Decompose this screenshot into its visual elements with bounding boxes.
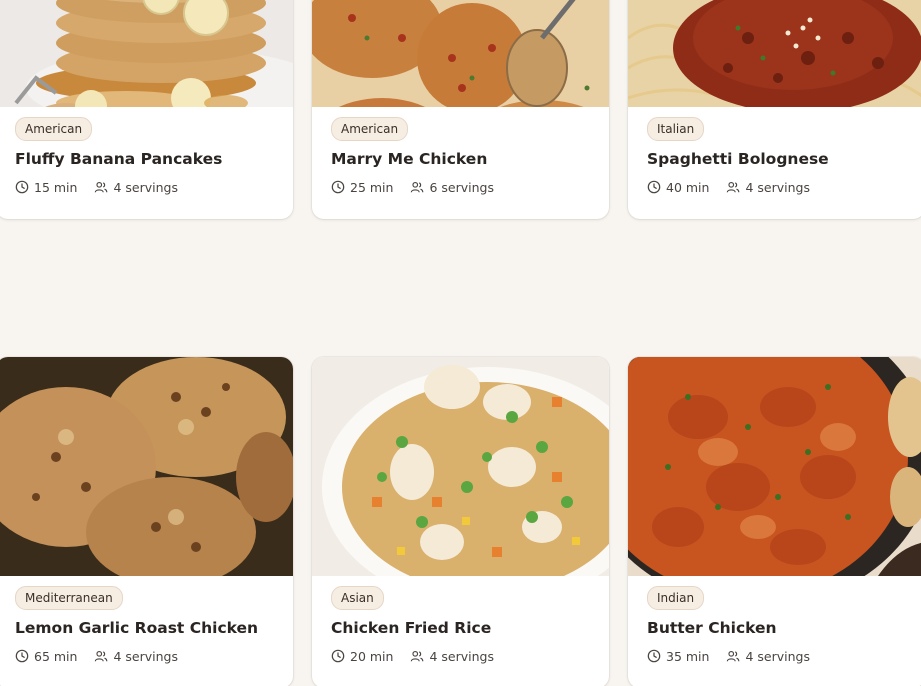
recipe-title[interactable]: Lemon Garlic Roast Chicken	[15, 619, 258, 637]
recipe-meta: 35 min 4 servings	[647, 648, 810, 664]
users-icon	[410, 649, 424, 663]
clock-icon	[331, 180, 345, 194]
recipe-title[interactable]: Spaghetti Bolognese	[647, 150, 829, 168]
users-icon	[94, 180, 108, 194]
cuisine-tag[interactable]: American	[15, 117, 93, 141]
recipe-title[interactable]: Chicken Fried Rice	[331, 619, 491, 637]
users-icon	[726, 649, 740, 663]
recipe-title[interactable]: Marry Me Chicken	[331, 150, 487, 168]
cook-time: 35 min	[666, 648, 710, 664]
card-body: Italian Spaghetti Bolognese 40 min 4 ser…	[628, 107, 921, 219]
marry-me-chicken-photo[interactable]	[312, 0, 609, 107]
recipe-meta: 15 min 4 servings	[15, 179, 178, 195]
recipe-card[interactable]: American Marry Me Chicken 25 min 6 servi…	[312, 0, 609, 219]
cook-time: 20 min	[350, 648, 394, 664]
recipe-meta: 65 min 4 servings	[15, 648, 178, 664]
spaghetti-bolognese-photo[interactable]	[628, 0, 921, 107]
recipe-card[interactable]: American Fluffy Banana Pancakes 15 min 4…	[0, 0, 293, 219]
users-icon	[94, 649, 108, 663]
cook-time: 40 min	[666, 179, 710, 195]
cuisine-tag[interactable]: Mediterranean	[15, 586, 123, 610]
card-body: Indian Butter Chicken 35 min 4 servings	[628, 576, 921, 686]
clock-icon	[15, 180, 29, 194]
cook-time: 25 min	[350, 179, 394, 195]
banana-pancakes-photo[interactable]	[0, 0, 293, 107]
clock-icon	[15, 649, 29, 663]
servings: 4 servings	[745, 179, 810, 195]
cuisine-tag[interactable]: Italian	[647, 117, 705, 141]
clock-icon	[647, 180, 661, 194]
recipe-title[interactable]: Fluffy Banana Pancakes	[15, 150, 222, 168]
clock-icon	[331, 649, 345, 663]
recipe-grid: American Fluffy Banana Pancakes 15 min 4…	[0, 0, 921, 686]
recipe-title[interactable]: Butter Chicken	[647, 619, 777, 637]
cuisine-tag[interactable]: American	[331, 117, 409, 141]
recipe-meta: 20 min 4 servings	[331, 648, 494, 664]
cook-time: 65 min	[34, 648, 78, 664]
recipe-card[interactable]: Indian Butter Chicken 35 min 4 servings	[628, 357, 921, 686]
card-body: Mediterranean Lemon Garlic Roast Chicken…	[0, 576, 293, 686]
card-body: American Fluffy Banana Pancakes 15 min 4…	[0, 107, 293, 219]
roast-chicken-photo[interactable]	[0, 357, 293, 576]
card-body: American Marry Me Chicken 25 min 6 servi…	[312, 107, 609, 219]
fried-rice-photo[interactable]	[312, 357, 609, 576]
users-icon	[410, 180, 424, 194]
recipe-card[interactable]: Asian Chicken Fried Rice 20 min 4 servin…	[312, 357, 609, 686]
cook-time: 15 min	[34, 179, 78, 195]
servings: 4 servings	[429, 648, 494, 664]
butter-chicken-photo[interactable]	[628, 357, 921, 576]
card-body: Asian Chicken Fried Rice 20 min 4 servin…	[312, 576, 609, 686]
recipe-card[interactable]: Mediterranean Lemon Garlic Roast Chicken…	[0, 357, 293, 686]
servings: 4 servings	[745, 648, 810, 664]
recipe-card[interactable]: Italian Spaghetti Bolognese 40 min 4 ser…	[628, 0, 921, 219]
servings: 4 servings	[113, 648, 178, 664]
recipe-meta: 25 min 6 servings	[331, 179, 494, 195]
servings: 4 servings	[113, 179, 178, 195]
servings: 6 servings	[429, 179, 494, 195]
users-icon	[726, 180, 740, 194]
clock-icon	[647, 649, 661, 663]
cuisine-tag[interactable]: Indian	[647, 586, 705, 610]
cuisine-tag[interactable]: Asian	[331, 586, 384, 610]
recipe-meta: 40 min 4 servings	[647, 179, 810, 195]
